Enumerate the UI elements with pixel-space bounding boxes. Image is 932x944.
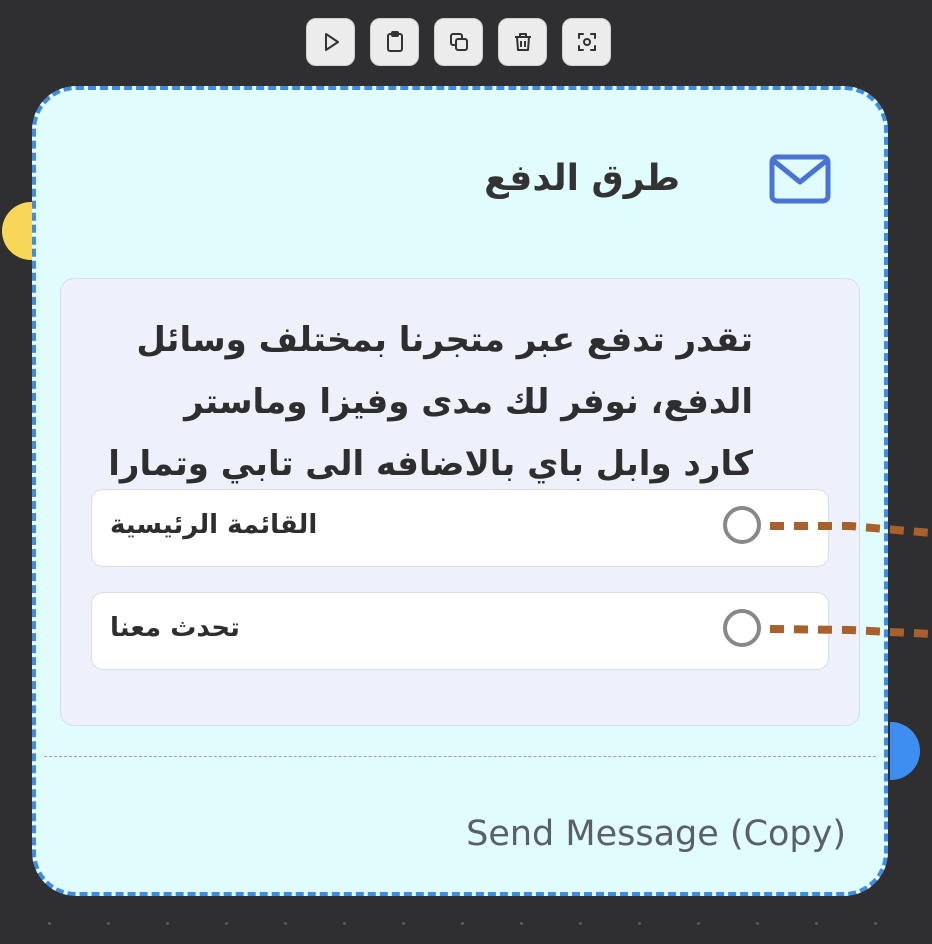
- option-main-menu[interactable]: القائمة الرئيسية: [91, 489, 829, 567]
- run-button[interactable]: [306, 18, 355, 66]
- option-label: القائمة الرئيسية: [110, 510, 318, 540]
- option-port[interactable]: [723, 506, 761, 544]
- grid-dot: [166, 922, 169, 925]
- canvas-grid-dots: [0, 922, 932, 928]
- send-message-node[interactable]: طرق الدفع تقدر تدفع عبر متجرنا بمختلف وس…: [32, 86, 888, 896]
- option-talk-to-us[interactable]: تحدث معنا: [91, 592, 829, 670]
- focus-button[interactable]: [562, 18, 611, 66]
- delete-button[interactable]: [498, 18, 547, 66]
- node-toolbar: [306, 18, 611, 66]
- clipboard-icon: [386, 31, 403, 52]
- footer-divider: [44, 756, 876, 757]
- grid-dot: [402, 922, 405, 925]
- message-text: تقدر تدفع عبر متجرنا بمختلف وسائل الدفع،…: [108, 320, 753, 484]
- grid-dot: [225, 922, 228, 925]
- grid-dot: [520, 922, 523, 925]
- grid-dot: [579, 922, 582, 925]
- copy-icon: [449, 33, 468, 51]
- message-panel: تقدر تدفع عبر متجرنا بمختلف وسائل الدفع،…: [60, 278, 860, 726]
- grid-dot: [461, 922, 464, 925]
- option-label: تحدث معنا: [110, 613, 240, 643]
- paste-button[interactable]: [370, 18, 419, 66]
- node-type-label: Send Message (Copy): [466, 814, 846, 854]
- mail-icon: [769, 154, 831, 204]
- grid-dot: [756, 922, 759, 925]
- grid-dot: [874, 922, 877, 925]
- option-port[interactable]: [723, 609, 761, 647]
- node-title: طرق الدفع: [484, 158, 680, 199]
- grid-dot: [815, 922, 818, 925]
- trash-icon: [514, 33, 531, 51]
- grid-dot: [284, 922, 287, 925]
- grid-dot: [697, 922, 700, 925]
- grid-dot: [107, 922, 110, 925]
- focus-frame-icon: [577, 33, 596, 51]
- grid-dot: [48, 922, 51, 925]
- grid-dot: [638, 922, 641, 925]
- duplicate-button[interactable]: [434, 18, 483, 66]
- play-icon: [324, 33, 339, 51]
- grid-dot: [343, 922, 346, 925]
